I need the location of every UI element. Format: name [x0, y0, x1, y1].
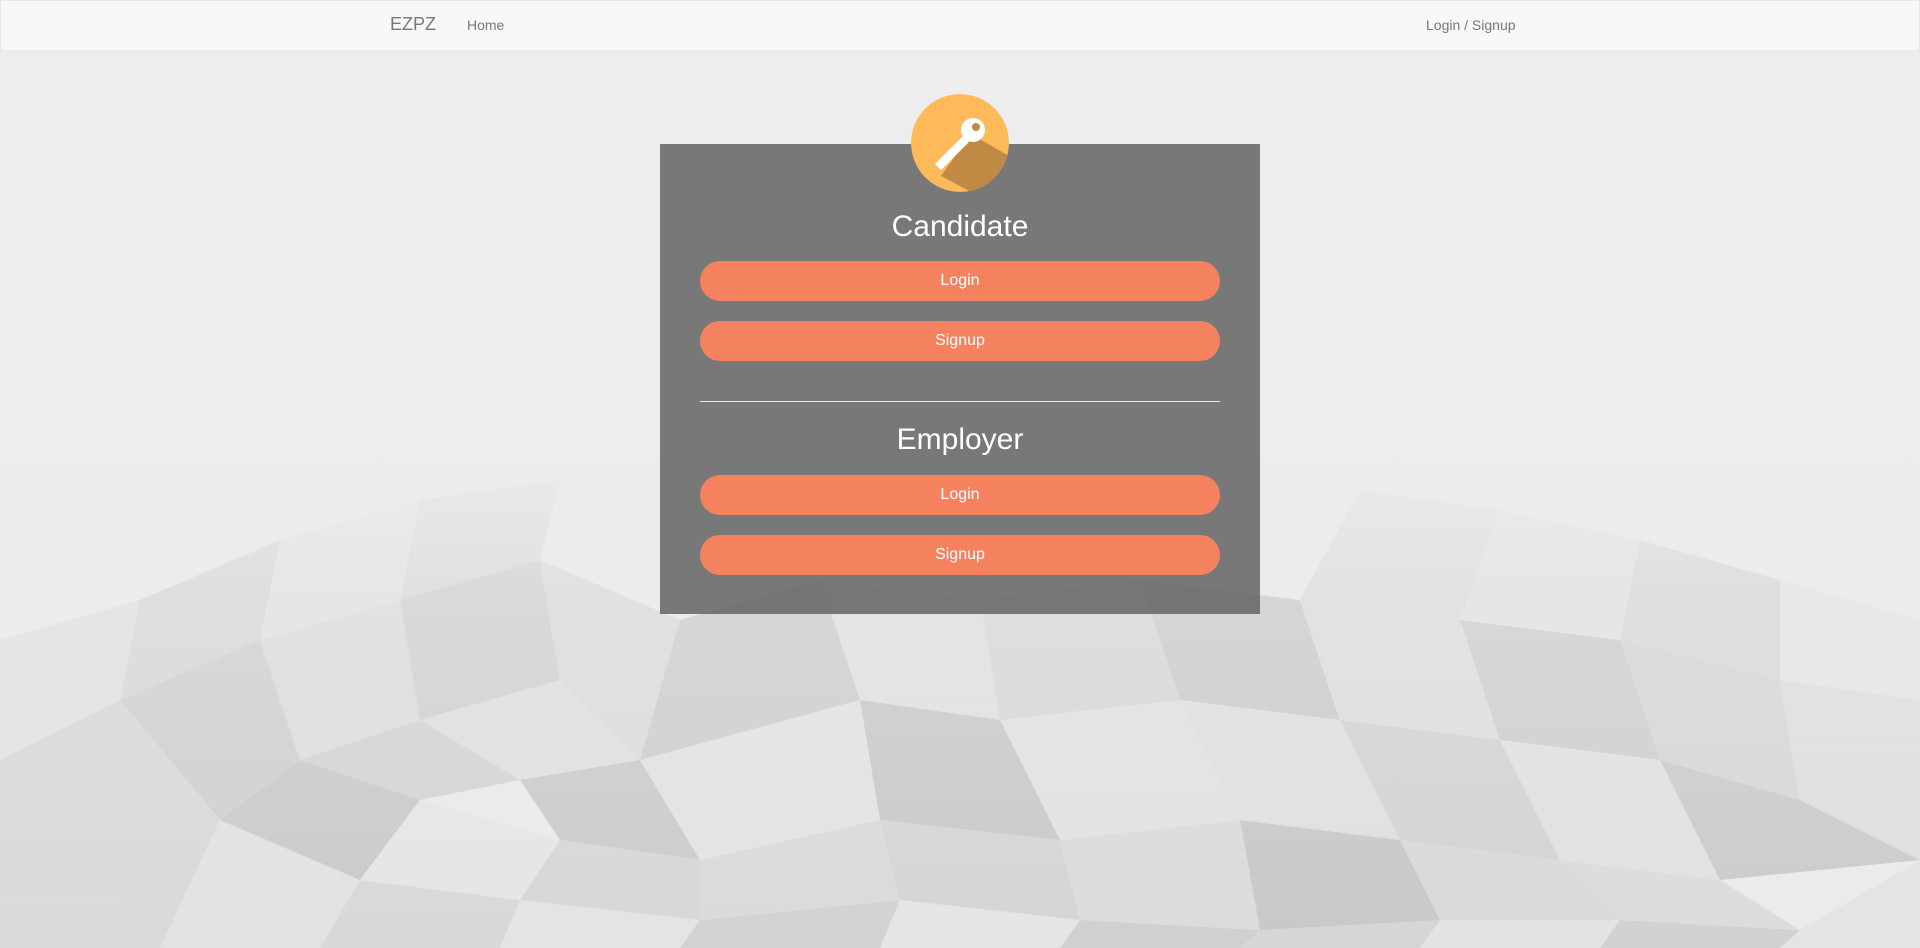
employer-heading: Employer — [896, 423, 1024, 456]
candidate-signup-button[interactable]: Signup — [700, 321, 1220, 361]
key-icon — [911, 94, 1009, 192]
candidate-heading: Candidate — [891, 210, 1029, 243]
auth-panel: Candidate Login Signup Employer Login Si… — [660, 144, 1260, 614]
section-divider — [700, 401, 1220, 402]
brand-logo[interactable]: EZPZ — [390, 14, 436, 35]
employer-signup-button[interactable]: Signup — [700, 535, 1220, 575]
nav-home-link[interactable]: Home — [467, 17, 504, 33]
employer-login-button[interactable]: Login — [700, 475, 1220, 515]
top-navbar: EZPZ Home Login / Signup — [0, 0, 1920, 51]
nav-login-signup-link[interactable]: Login / Signup — [1426, 17, 1516, 33]
candidate-login-button[interactable]: Login — [700, 261, 1220, 301]
